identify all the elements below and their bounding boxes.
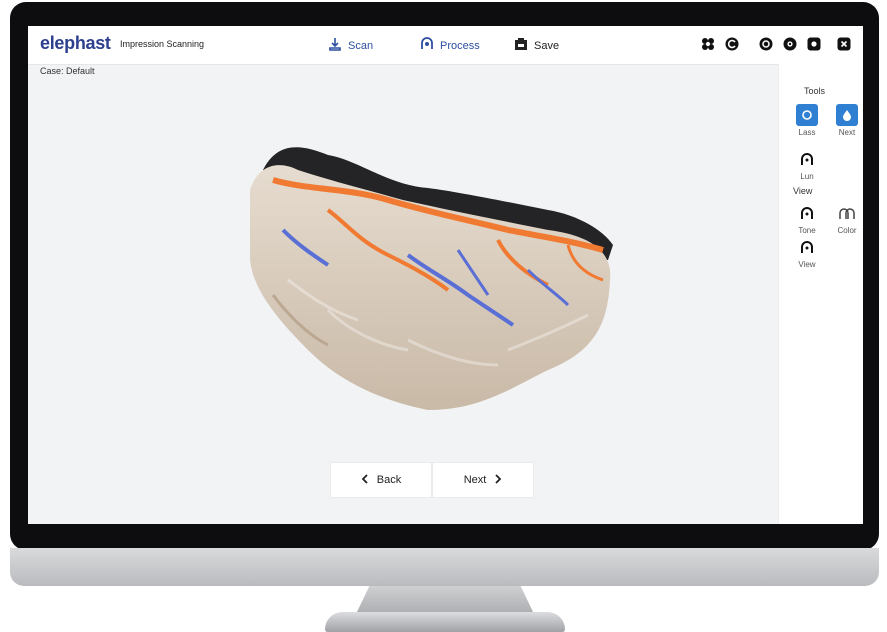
dental-scan-model bbox=[250, 147, 613, 410]
nav-save[interactable]: Save bbox=[514, 37, 559, 54]
refresh-icon[interactable] bbox=[724, 36, 739, 51]
target-icon[interactable] bbox=[758, 36, 773, 51]
save-icon bbox=[514, 37, 528, 54]
tool-lun[interactable]: Lun bbox=[789, 148, 825, 181]
case-label: Case: Default bbox=[40, 66, 95, 76]
nav-process-label: Process bbox=[440, 39, 480, 52]
top-toolbar: elephast Impression Scanning Scan Proces… bbox=[28, 26, 863, 65]
next-button[interactable]: Next bbox=[432, 462, 534, 498]
drop-tool-icon bbox=[836, 104, 858, 126]
play-icon[interactable] bbox=[782, 36, 797, 51]
process-icon bbox=[420, 37, 434, 54]
tool-lass-label: Lass bbox=[798, 128, 816, 137]
next-button-label: Next bbox=[463, 474, 487, 486]
settings-icon[interactable] bbox=[700, 36, 715, 51]
arch-tool-icon bbox=[796, 148, 818, 170]
circle-tool-icon bbox=[796, 104, 818, 126]
app-screen: elephast Impression Scanning Scan Proces… bbox=[28, 26, 863, 524]
tools-panel: Tools Lass Next Lun View Tone Color View bbox=[778, 64, 863, 524]
view-tone[interactable]: Tone bbox=[789, 202, 825, 235]
tools-heading: Tools bbox=[804, 86, 826, 96]
arch-view-icon bbox=[796, 236, 818, 258]
view-tone-label: Tone bbox=[798, 226, 816, 235]
view-heading: View bbox=[793, 186, 813, 196]
view-view[interactable]: View bbox=[789, 236, 825, 269]
view-view-label: View bbox=[798, 260, 816, 269]
monitor-stand-foot bbox=[325, 612, 565, 632]
double-arch-icon bbox=[836, 202, 858, 224]
nav-scan[interactable]: Scan bbox=[328, 37, 373, 54]
arch-view-icon bbox=[796, 202, 818, 224]
app-subtitle: Impression Scanning bbox=[120, 39, 205, 49]
tool-lun-label: Lun bbox=[800, 172, 814, 181]
view-color[interactable]: Color bbox=[829, 202, 863, 235]
close-icon[interactable] bbox=[836, 36, 851, 51]
view-color-label: Color bbox=[837, 226, 857, 235]
back-button[interactable]: Back bbox=[330, 462, 432, 498]
chevron-right-icon bbox=[494, 473, 502, 487]
nav-scan-label: Scan bbox=[348, 39, 374, 52]
scan-icon bbox=[328, 37, 342, 54]
scan-viewport[interactable] bbox=[28, 80, 778, 480]
record-icon[interactable] bbox=[806, 36, 821, 51]
app-logo: elephast bbox=[40, 33, 111, 53]
nav-save-label: Save bbox=[534, 39, 560, 52]
tool-next-label: Next bbox=[838, 128, 856, 137]
tool-next[interactable]: Next bbox=[829, 104, 863, 137]
back-button-label: Back bbox=[376, 474, 402, 486]
nav-process[interactable]: Process bbox=[420, 37, 480, 54]
chevron-left-icon bbox=[361, 473, 369, 487]
monitor-chin bbox=[10, 548, 879, 586]
tool-lass[interactable]: Lass bbox=[789, 104, 825, 137]
